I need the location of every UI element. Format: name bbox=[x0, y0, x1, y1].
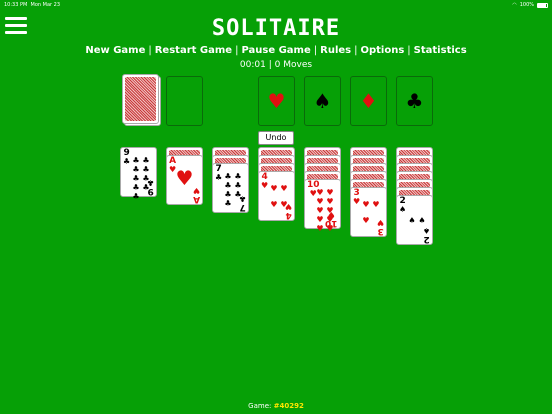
pip-icon: ♣ bbox=[224, 199, 232, 208]
pip-icon: ♣ bbox=[234, 190, 242, 199]
pause-game-link[interactable]: Pause Game bbox=[241, 45, 310, 56]
pip-icon: ♥ bbox=[326, 206, 334, 215]
foundation-suit-icon: ♣ bbox=[405, 89, 424, 113]
pip-icon: ♥ bbox=[316, 224, 324, 233]
pip-icon: ♣ bbox=[132, 165, 140, 174]
pip-icon: ♣ bbox=[132, 156, 140, 165]
pip-icon: ♥ bbox=[270, 199, 278, 209]
card-rank: 2 ♠ bbox=[399, 196, 406, 214]
elapsed-time: 00:01 bbox=[239, 60, 266, 70]
pip-icon: ♠ bbox=[418, 215, 426, 225]
pip-icon: ♥ bbox=[280, 183, 288, 193]
pip-icon: ♣ bbox=[234, 181, 242, 190]
pip-icon: ♥ bbox=[326, 224, 334, 233]
foundation-pile[interactable]: ♣ bbox=[396, 76, 433, 126]
pip-icon: ♥ bbox=[270, 183, 278, 193]
pip-icon: ♥ bbox=[362, 215, 370, 225]
foundation-pile[interactable]: ♦ bbox=[350, 76, 387, 126]
game-label: Game: bbox=[248, 402, 272, 410]
foundation-suit-icon: ♠ bbox=[313, 89, 332, 113]
rank-text: A bbox=[192, 194, 200, 204]
card-pips: ♣ ♣ ♣ ♣ ♣ ♣ ♣ ♣ ♣ bbox=[131, 156, 151, 201]
card-rank: 3 ♥ bbox=[353, 188, 360, 206]
restart-game-link[interactable]: Restart Game bbox=[155, 45, 232, 56]
card-rank: 4 ♥ bbox=[261, 172, 268, 190]
wifi-icon: ◠ bbox=[512, 2, 517, 8]
pip-icon: ♥ bbox=[326, 215, 334, 224]
suit-icon: ♥ bbox=[261, 181, 269, 190]
pip-icon: ♥ bbox=[316, 188, 324, 197]
pip-icon: ♥ bbox=[316, 215, 324, 224]
pip-icon: ♣ bbox=[142, 174, 150, 183]
pip-icon: ♣ bbox=[132, 192, 140, 201]
pip-icon: ♥ bbox=[316, 197, 324, 206]
tableau-card[interactable]: 9 ♣ 9 ♣ ♣ ♣ ♣ ♣ ♣ ♣ ♣ ♣ ♣ bbox=[120, 147, 157, 201]
pip-icon: ♣ bbox=[142, 165, 150, 174]
card-pips: ♥ ♥ ♥ bbox=[361, 196, 381, 228]
pip-icon: ♣ bbox=[132, 183, 140, 192]
pip-icon: ♣ bbox=[142, 156, 150, 165]
pip-icon: ♥ bbox=[362, 199, 370, 209]
tableau-card[interactable]: 7 ♣ 7 ♣ ♣ ♣ ♣ ♣ ♣ ♣ ♣ bbox=[212, 163, 249, 213]
card-pips: ♣ ♣ ♣ ♣ ♣ ♣ ♣ bbox=[223, 172, 243, 208]
move-count: 0 Moves bbox=[274, 60, 313, 70]
suit-icon: ♠ bbox=[399, 205, 407, 214]
pip-icon: ♥ bbox=[326, 188, 334, 197]
ace-suit-icon: ♥ bbox=[175, 166, 194, 190]
rules-link[interactable]: Rules bbox=[320, 45, 351, 56]
pip-icon: ♥ bbox=[280, 199, 288, 209]
tableau-card[interactable]: 10 ♥ 10 ♥ ♥ ♥ ♥ ♥ ♥ ♥ ♥ ♥ ♥ ♥ bbox=[304, 179, 341, 233]
suit-icon: ♣ bbox=[215, 173, 223, 182]
status-bar: 10:33 PM Mon Mar 23 ◠ 100% bbox=[0, 0, 552, 10]
card-rank: 7 ♣ bbox=[215, 164, 222, 182]
foundation-suit-icon: ♦ bbox=[359, 89, 378, 113]
tableau-card[interactable]: A ♥ A ♥ ♥ bbox=[166, 155, 203, 205]
timer: 00:01 | 0 Moves bbox=[239, 60, 313, 70]
pip-icon: ♣ bbox=[224, 190, 232, 199]
card-rank: 9 ♣ bbox=[123, 148, 130, 166]
top-nav: New Game | Restart Game | Pause Game | Rules | O… bbox=[85, 45, 467, 56]
battery-percent: 100% bbox=[519, 2, 534, 8]
tableau-card[interactable]: 3 ♥ 3 ♥ ♥ ♥ ♥ bbox=[350, 187, 387, 237]
pip-icon: ♥ bbox=[316, 206, 324, 215]
status-right: ◠ 100% bbox=[512, 2, 548, 8]
foundation-pile[interactable]: ♥ bbox=[258, 76, 295, 126]
status-time: 10:33 PM Mon Mar 23 bbox=[4, 2, 61, 8]
pip-icon: ♥ bbox=[372, 199, 380, 209]
card-pips: ♥ ♥ ♥ ♥ ♥ ♥ ♥ ♥ ♥ ♥ bbox=[315, 188, 335, 233]
pip-icon: ♣ bbox=[224, 181, 232, 190]
suit-icon: ♣ bbox=[123, 157, 131, 166]
card-pips: ♥ ♥ ♥ ♥ bbox=[269, 180, 289, 212]
tableau-card[interactable]: 4 ♥ 4 ♥ ♥ ♥ ♥ ♥ bbox=[258, 171, 295, 221]
suit-icon: ♥ bbox=[353, 197, 361, 206]
tableau-card[interactable]: 2 ♠ 2 ♠ ♠ ♠ bbox=[396, 195, 433, 245]
pip-icon: ♣ bbox=[234, 172, 242, 181]
game-footer: Game: #40292 bbox=[0, 402, 552, 410]
undo-button[interactable]: Undo bbox=[258, 131, 294, 145]
pip-icon: ♣ bbox=[224, 172, 232, 181]
app-title: SOLITAIRE bbox=[211, 16, 341, 41]
pip-icon: ♣ bbox=[132, 174, 140, 183]
options-link[interactable]: Options bbox=[360, 45, 404, 56]
stock-pile[interactable] bbox=[122, 74, 159, 124]
battery-icon bbox=[537, 2, 548, 8]
pip-icon: ♣ bbox=[142, 183, 150, 192]
statistics-link[interactable]: Statistics bbox=[414, 45, 467, 56]
waste-pile[interactable] bbox=[166, 76, 203, 126]
card-pips: ♠ ♠ bbox=[407, 204, 427, 236]
pip-icon: ♥ bbox=[326, 197, 334, 206]
foundation-suit-icon: ♥ bbox=[267, 89, 286, 113]
pip-icon: ♠ bbox=[408, 215, 416, 225]
new-game-link[interactable]: New Game bbox=[85, 45, 145, 56]
foundation-pile[interactable]: ♠ bbox=[304, 76, 341, 126]
game-number: #40292 bbox=[273, 402, 304, 410]
